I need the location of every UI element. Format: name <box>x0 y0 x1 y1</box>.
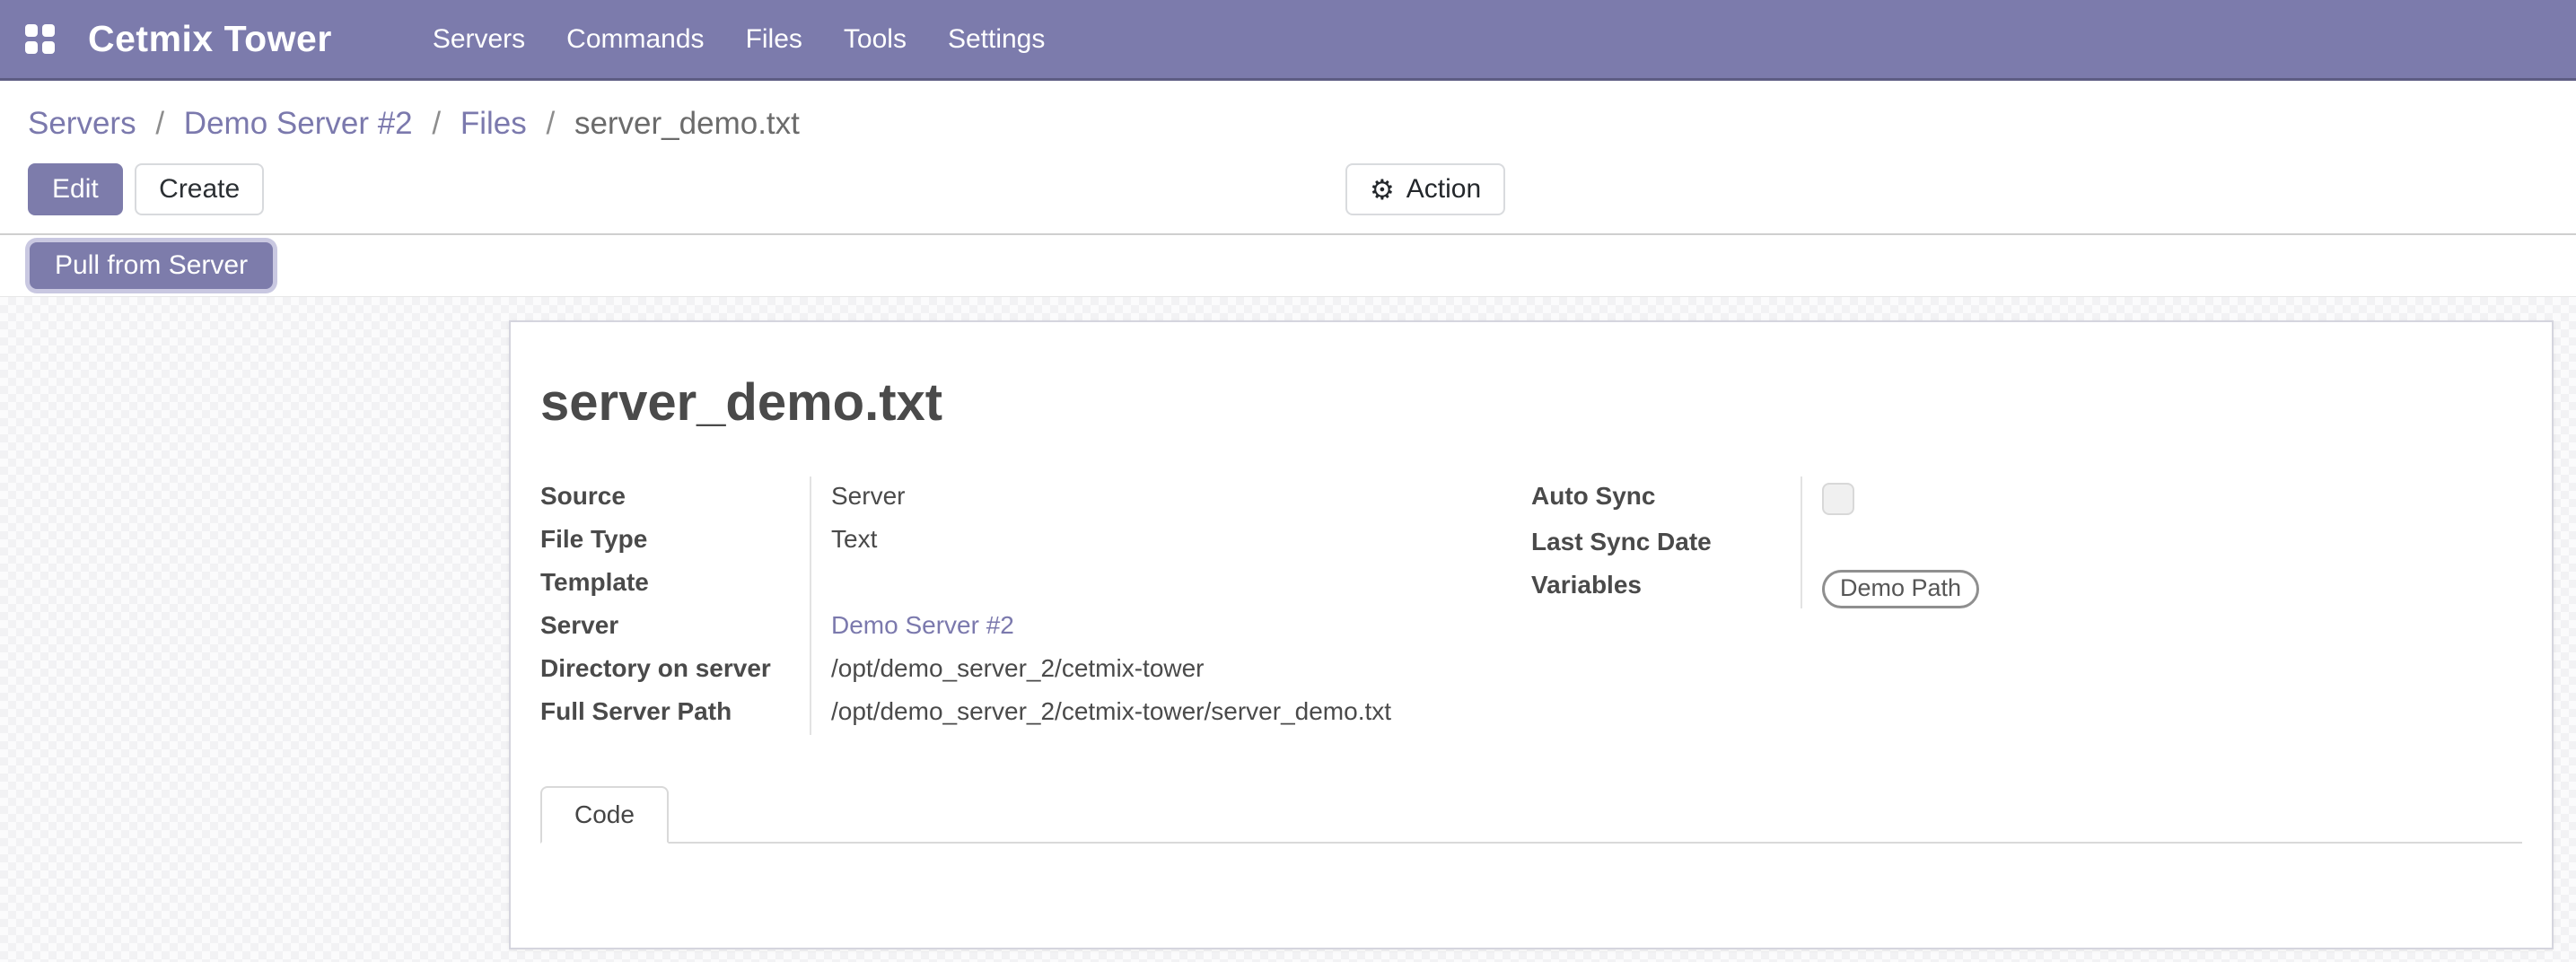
field-label: Variables <box>1531 565 1801 608</box>
breadcrumb-separator: / <box>546 106 555 141</box>
field-value: /opt/demo_server_2/cetmix-tower <box>810 649 1531 692</box>
app-brand-title: Cetmix Tower <box>88 18 332 60</box>
menu-files[interactable]: Files <box>746 24 802 55</box>
field-row-last-sync-date: Last Sync Date <box>1531 522 2522 565</box>
field-row-file-type: File Type Text <box>540 520 1531 563</box>
server-link[interactable]: Demo Server #2 <box>831 611 1014 639</box>
action-button-label: Action <box>1406 174 1481 205</box>
breadcrumb-separator: / <box>155 106 164 141</box>
field-value: Demo Path <box>1801 565 2522 608</box>
tab-code[interactable]: Code <box>540 786 669 844</box>
field-column-right: Auto Sync Last Sync Date Variables Demo … <box>1531 477 2522 735</box>
statusbar: Pull from Server <box>0 235 2576 297</box>
field-value: Text <box>810 520 1531 563</box>
field-label: Last Sync Date <box>1531 522 1801 565</box>
apps-menu-icon[interactable] <box>25 24 55 54</box>
menu-commands[interactable]: Commands <box>566 24 704 55</box>
field-value: Server <box>810 477 1531 520</box>
field-row-full-path: Full Server Path /opt/demo_server_2/cetm… <box>540 692 1531 735</box>
field-row-auto-sync: Auto Sync <box>1531 477 2522 522</box>
field-row-directory: Directory on server /opt/demo_server_2/c… <box>540 649 1531 692</box>
field-row-variables: Variables Demo Path <box>1531 565 2522 608</box>
variable-tag[interactable]: Demo Path <box>1822 570 1979 608</box>
pull-from-server-button[interactable]: Pull from Server <box>30 242 273 289</box>
field-label: Source <box>540 477 810 520</box>
edit-button[interactable]: Edit <box>28 163 123 215</box>
menu-servers[interactable]: Servers <box>433 24 525 55</box>
field-value <box>810 563 1531 606</box>
field-label: File Type <box>540 520 810 563</box>
field-label: Auto Sync <box>1531 477 1801 522</box>
field-label: Template <box>540 563 810 606</box>
field-value <box>1801 522 2522 565</box>
field-label: Full Server Path <box>540 692 810 735</box>
menu-tools[interactable]: Tools <box>844 24 907 55</box>
control-panel: Edit Create ⚙ Action <box>28 163 2576 215</box>
field-row-template: Template <box>540 563 1531 606</box>
field-column-left: Source Server File Type Text Template Se… <box>540 477 1531 735</box>
top-navbar: Cetmix Tower Servers Commands Files Tool… <box>0 0 2576 81</box>
form-background: server_demo.txt Source Server File Type … <box>0 297 2576 962</box>
create-button[interactable]: Create <box>135 163 264 215</box>
gear-icon: ⚙ <box>1370 176 1395 204</box>
field-row-source: Source Server <box>540 477 1531 520</box>
field-value: Demo Server #2 <box>810 606 1531 649</box>
notebook-tabs: Code <box>540 786 2522 844</box>
breadcrumb-current-file: server_demo.txt <box>574 106 800 141</box>
field-label: Directory on server <box>540 649 810 692</box>
field-value: /opt/demo_server_2/cetmix-tower/server_d… <box>810 692 1531 735</box>
field-value <box>1801 477 2522 522</box>
menu-settings[interactable]: Settings <box>948 24 1045 55</box>
breadcrumb: Servers / Demo Server #2 / Files / serve… <box>0 81 2576 156</box>
field-grid: Source Server File Type Text Template Se… <box>540 477 2522 735</box>
breadcrumb-files[interactable]: Files <box>460 106 527 141</box>
action-button[interactable]: ⚙ Action <box>1345 163 1505 215</box>
field-label: Server <box>540 606 810 649</box>
breadcrumb-servers[interactable]: Servers <box>28 106 136 141</box>
form-sheet: server_demo.txt Source Server File Type … <box>509 320 2554 949</box>
main-menu: Servers Commands Files Tools Settings <box>433 24 1046 55</box>
breadcrumb-separator: / <box>432 106 441 141</box>
page-title: server_demo.txt <box>540 374 2522 432</box>
breadcrumb-demo-server[interactable]: Demo Server #2 <box>184 106 413 141</box>
field-row-server: Server Demo Server #2 <box>540 606 1531 649</box>
auto-sync-checkbox[interactable] <box>1822 483 1854 515</box>
